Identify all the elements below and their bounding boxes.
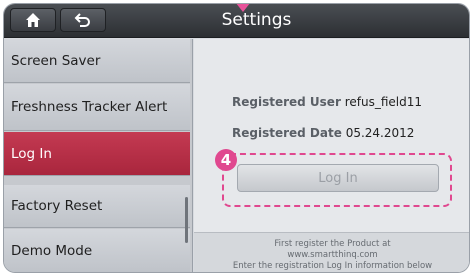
registration-instructions: First register the Product at www.smartt… bbox=[194, 232, 469, 272]
callout-number-badge: 4 bbox=[215, 149, 237, 171]
menu-item-demo-mode[interactable]: Demo Mode bbox=[4, 229, 190, 272]
pointer-marker bbox=[232, 4, 254, 12]
title-bar: Settings bbox=[4, 4, 469, 38]
menu-item-freshness-tracker-alert[interactable]: Freshness Tracker Alert bbox=[4, 84, 190, 131]
instruction-line-2: www.smartthinq.com bbox=[287, 250, 378, 260]
menu-item-log-in[interactable]: Log In bbox=[4, 132, 190, 176]
registered-user-row: Registered User refus_field11 bbox=[232, 95, 422, 109]
registered-date-row: Registered Date 05.24.2012 bbox=[232, 126, 414, 140]
registered-date-value: 05.24.2012 bbox=[345, 126, 415, 140]
registered-user-value: refus_field11 bbox=[344, 95, 422, 109]
log-in-button[interactable]: Log In bbox=[237, 164, 439, 192]
login-panel: Registered User refus_field11 Registered… bbox=[194, 39, 469, 272]
instruction-line-1: First register the Product at bbox=[274, 239, 391, 249]
settings-menu: Screen Saver Freshness Tracker Alert Log… bbox=[4, 39, 193, 272]
menu-item-screen-saver[interactable]: Screen Saver bbox=[4, 39, 190, 83]
registered-date-label: Registered Date bbox=[232, 126, 342, 140]
menu-scrollbar[interactable] bbox=[185, 197, 188, 243]
registered-user-label: Registered User bbox=[232, 95, 341, 109]
settings-screen: Settings Screen Saver Freshness Tracker … bbox=[3, 3, 470, 273]
menu-item-factory-reset[interactable]: Factory Reset bbox=[4, 185, 190, 228]
instruction-line-3: Enter the registration Log In informatio… bbox=[232, 261, 433, 271]
page-title: Settings bbox=[221, 10, 292, 30]
